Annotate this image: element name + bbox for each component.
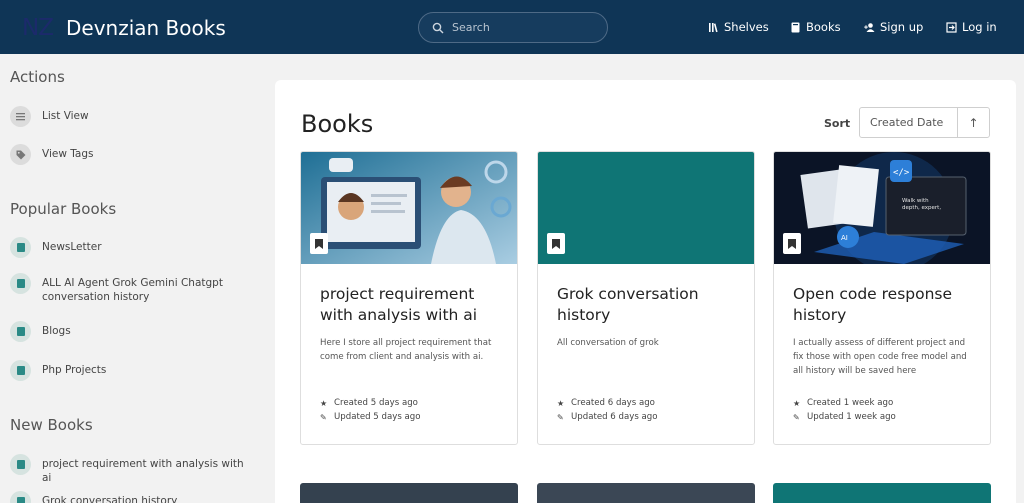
nav-signup[interactable]: Sign up [864,0,923,54]
book-icon [10,321,31,342]
sidebar-item-blogs[interactable]: Blogs [10,321,250,342]
nav-login-label: Log in [962,20,997,34]
book-cover-image [301,152,517,264]
actions-title: Actions [10,68,65,86]
book-icon [547,233,565,254]
book-cover-image [538,152,754,264]
search-icon [432,22,444,33]
sidebar-item-newsletter[interactable]: NewsLetter [10,237,250,258]
star-icon: ★ [320,398,328,408]
book-card-description: Here I store all project requirement tha… [320,338,492,362]
sort-label: Sort [824,117,851,130]
book-card-created: ★ Created 1 week ago [793,398,893,408]
book-icon [10,491,31,503]
book-card-updated: ✎ Updated 5 days ago [320,412,421,422]
search-box[interactable] [418,12,608,43]
book-card-description: All conversation of grok [557,338,659,348]
book-icon [10,360,31,381]
book-card-updated: ✎ Updated 1 week ago [793,412,896,422]
sort-direction-button[interactable]: ↑ [957,107,990,138]
created-text: Created 6 days ago [571,398,655,408]
list-icon [10,106,31,127]
books-icon [791,22,800,32]
book-card-title[interactable]: Open code response history [793,284,973,326]
book-card-partial[interactable] [537,483,755,503]
page-title: Books [301,110,374,138]
book-card-open-code[interactable]: Walk with depth, expert, AI </> Open cod… [773,151,991,445]
book-icon [783,233,801,254]
sidebar-item-project-requirement[interactable]: project requirement with analysis with a… [10,454,250,485]
nav-shelves-label: Shelves [724,20,769,34]
created-text: Created 5 days ago [334,398,418,408]
created-text: Created 1 week ago [807,398,894,408]
book-card-partial[interactable] [300,483,518,503]
sidebar-item-view-tags[interactable]: View Tags [10,144,250,165]
updated-text: Updated 6 days ago [571,412,658,422]
book-icon [310,233,328,254]
nav-signup-label: Sign up [880,20,924,34]
sidebar-item-list-view[interactable]: List View [10,106,250,127]
sidebar-item-label: NewsLetter [42,241,102,253]
nav-books[interactable]: Books [790,0,841,54]
user-plus-icon [864,22,875,32]
search-input[interactable] [452,21,592,34]
main-panel: Books Sort Created Date ↑ project requir… [275,80,1016,503]
star-icon: ★ [793,398,801,408]
login-icon [946,21,957,33]
sidebar-item-ai-agent-history[interactable]: ALL AI Agent Grok Gemini Chatgpt convers… [10,273,250,304]
sidebar-item-label: project requirement with analysis with a… [42,458,244,484]
book-card-created: ★ Created 5 days ago [320,398,418,408]
svg-text:AI: AI [841,234,848,242]
book-card-updated: ✎ Updated 6 days ago [557,412,658,422]
star-icon: ★ [557,398,565,408]
logo[interactable]: NZ [22,14,56,42]
book-card-description: I actually assess of different project a… [793,338,967,376]
book-card-project-requirement[interactable]: project requirement with analysis with a… [300,151,518,445]
book-icon [10,454,31,475]
sidebar-item-label: Php Projects [42,364,107,376]
tag-icon [10,144,31,165]
sidebar: Actions List View View Tags Popular Book… [0,54,262,503]
sidebar-item-label: View Tags [42,148,94,160]
book-card-title[interactable]: project requirement with analysis with a… [320,284,500,326]
nav-shelves[interactable]: Shelves [708,0,769,54]
svg-text:depth, expert,: depth, expert, [902,205,941,211]
book-card-created: ★ Created 6 days ago [557,398,655,408]
pencil-icon: ✎ [793,412,800,422]
book-icon [10,273,31,294]
popular-books-title: Popular Books [10,200,117,218]
sidebar-item-label: Grok conversation history [42,495,178,503]
book-cover-image: Walk with depth, expert, AI </> [774,152,990,264]
app-title[interactable]: Devnzian Books [66,16,226,40]
sidebar-item-grok-history[interactable]: Grok conversation history [10,491,250,503]
sort-select[interactable]: Created Date [859,107,958,138]
book-card-partial[interactable] [773,483,991,503]
sidebar-item-php-projects[interactable]: Php Projects [10,360,250,381]
book-card-grok-history[interactable]: Grok conversation history All conversati… [537,151,755,445]
sidebar-item-label: ALL AI Agent Grok Gemini Chatgpt convers… [42,277,223,303]
pencil-icon: ✎ [320,412,327,422]
updated-text: Updated 5 days ago [334,412,421,422]
nav-books-label: Books [806,20,841,34]
updated-text: Updated 1 week ago [807,412,896,422]
sidebar-item-label: List View [42,110,89,122]
nav-login[interactable]: Log in [946,0,997,54]
pencil-icon: ✎ [557,412,564,422]
svg-text:</>: </> [893,168,910,178]
shelves-icon [709,22,718,32]
sidebar-item-label: Blogs [42,325,71,337]
book-card-title[interactable]: Grok conversation history [557,284,737,326]
book-icon [10,237,31,258]
new-books-title: New Books [10,416,93,434]
svg-text:Walk with: Walk with [902,198,929,204]
top-header: NZ Devnzian Books Shelves Books Sign up [0,0,1024,54]
